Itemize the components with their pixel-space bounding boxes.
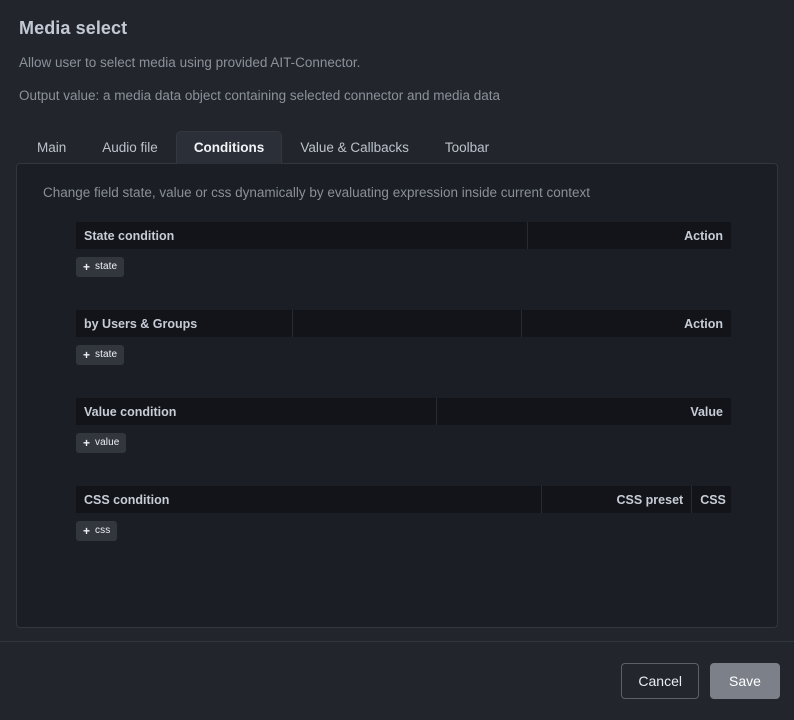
tab-conditions[interactable]: Conditions <box>175 130 283 165</box>
column-header <box>292 310 522 338</box>
css-condition-table: CSS condition CSS preset CSS <box>76 486 731 514</box>
dialog-body: Media select Allow user to select media … <box>0 0 794 641</box>
page-title: Media select <box>19 18 128 38</box>
media-select-dialog: Media select Allow user to select media … <box>0 0 794 720</box>
section-value-condition: Value condition Value + value <box>76 398 731 454</box>
tab-main[interactable]: Main <box>19 131 84 165</box>
section-css-condition: CSS condition CSS preset CSS + css <box>76 486 731 542</box>
table-header-row: State condition Action <box>76 222 731 250</box>
condition-sections: State condition Action + state by Users & Gr… <box>76 222 731 542</box>
dialog-description-line-1: Allow user to select media using provide… <box>19 55 361 70</box>
plus-icon: + <box>83 259 91 274</box>
column-header: by Users & Groups <box>76 310 293 338</box>
add-button-label: state <box>95 349 118 361</box>
state-condition-table: State condition Action <box>76 222 731 250</box>
conditions-panel: Change field state, value or css dynamic… <box>16 163 778 629</box>
plus-icon: + <box>83 347 91 362</box>
cancel-button[interactable]: Cancel <box>621 663 699 699</box>
dialog-footer: Cancel Save <box>0 641 794 720</box>
section-state-condition: State condition Action + state <box>76 222 731 278</box>
column-header: Value condition <box>76 398 437 426</box>
add-button-label: state <box>95 261 118 273</box>
column-header: CSS condition <box>76 486 542 514</box>
table-header-row: CSS condition CSS preset CSS <box>76 486 731 514</box>
add-state-button[interactable]: + state <box>76 257 125 278</box>
add-state-button[interactable]: + state <box>76 345 125 366</box>
tab-bar: Main Audio file Conditions Value & Callback… <box>19 127 778 165</box>
table-header-row: Value condition Value <box>76 398 731 426</box>
add-css-button[interactable]: + css <box>76 521 118 542</box>
column-header: Value <box>436 398 731 426</box>
tab-toolbar[interactable]: Toolbar <box>427 131 507 165</box>
column-header: Action <box>527 222 731 250</box>
column-header: CSS <box>691 486 731 514</box>
column-header: State condition <box>76 222 529 250</box>
column-header: Action <box>521 310 731 338</box>
section-users-groups-condition: by Users & Groups Action + state <box>76 310 731 366</box>
tab-value-callbacks[interactable]: Value & Callbacks <box>282 131 427 165</box>
add-button-label: css <box>95 525 111 537</box>
plus-icon: + <box>83 523 91 538</box>
plus-icon: + <box>83 435 91 450</box>
add-button-label: value <box>95 437 120 449</box>
column-header: CSS preset <box>541 486 693 514</box>
table-header-row: by Users & Groups Action <box>76 310 731 338</box>
tab-audio-file[interactable]: Audio file <box>84 131 176 165</box>
save-button[interactable]: Save <box>710 663 780 699</box>
panel-hint: Change field state, value or css dynamic… <box>43 185 591 201</box>
users-groups-condition-table: by Users & Groups Action <box>76 310 731 338</box>
value-condition-table: Value condition Value <box>76 398 731 426</box>
dialog-description-line-2: Output value: a media data object contai… <box>19 88 501 104</box>
add-value-button[interactable]: + value <box>76 433 127 454</box>
